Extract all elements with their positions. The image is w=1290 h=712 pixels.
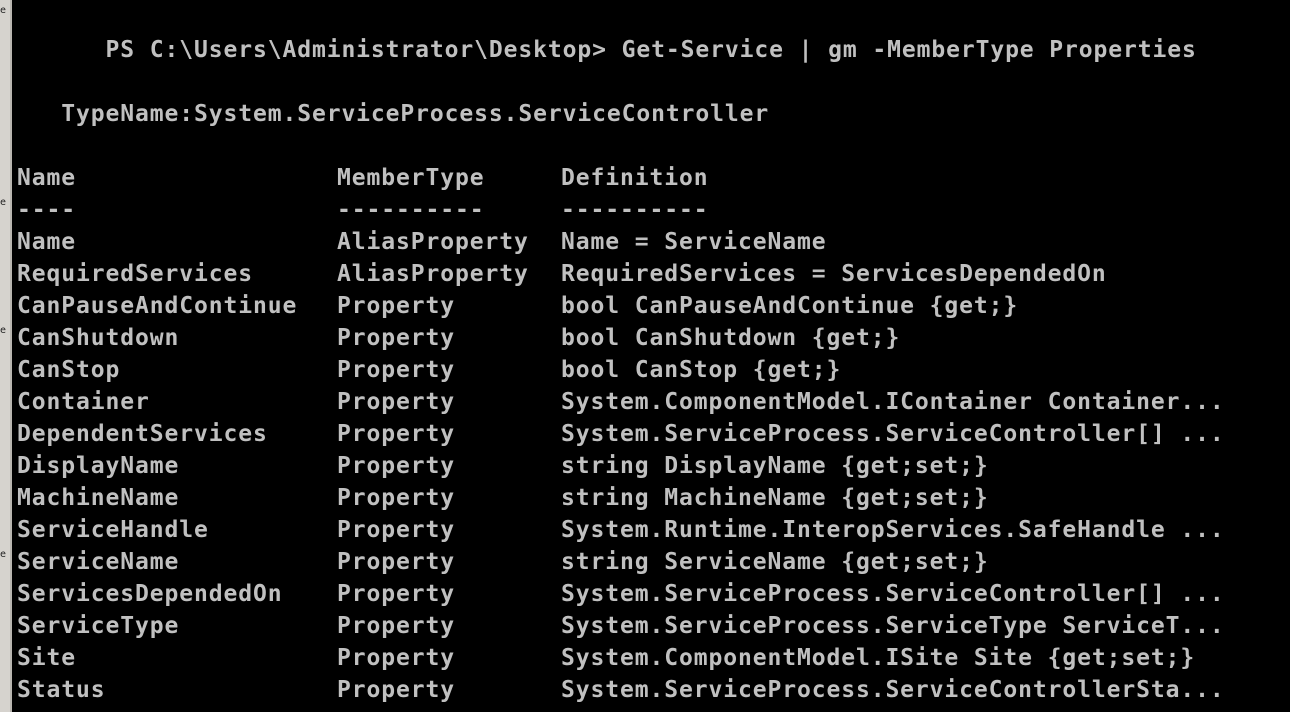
table-row: Container Property System.ComponentModel… bbox=[17, 386, 1224, 418]
table-header-underline-row: ---- ---------- ---------- bbox=[17, 194, 708, 226]
command-line: PS C:\Users\Administrator\Desktop> Get-S… bbox=[17, 2, 1197, 63]
row-definition: System.ServiceProcess.ServiceController[… bbox=[561, 581, 1225, 607]
table-row: CanShutdown Property bool CanShutdown {g… bbox=[17, 322, 899, 354]
row-definition: System.ServiceProcess.ServiceController[… bbox=[561, 421, 1225, 447]
row-definition: System.Runtime.InteropServices.SafeHandl… bbox=[561, 517, 1225, 543]
row-definition: System.ComponentModel.IContainer Contain… bbox=[561, 389, 1225, 415]
row-member-type: Property bbox=[337, 293, 455, 319]
table-header-row: Name MemberType Definition bbox=[17, 162, 708, 194]
table-row: RequiredServices AliasProperty RequiredS… bbox=[17, 258, 1106, 290]
header-definition: Definition bbox=[561, 165, 709, 191]
row-name: Status bbox=[17, 677, 106, 703]
command-text: Get-Service | gm -MemberType Properties bbox=[606, 37, 1197, 63]
edge-glyph: e bbox=[0, 326, 7, 336]
underline-name: ---- bbox=[17, 197, 76, 223]
underline-definition: ---------- bbox=[561, 197, 709, 223]
screenshot-frame: e e e e PS C:\Users\Administrator\Deskto… bbox=[0, 0, 1290, 712]
edge-glyph: e bbox=[0, 198, 7, 208]
row-name: CanPauseAndContinue bbox=[17, 293, 298, 319]
row-member-type: Property bbox=[337, 581, 455, 607]
row-definition: string ServiceName {get;set;} bbox=[561, 549, 989, 575]
table-row: Site Property System.ComponentModel.ISit… bbox=[17, 642, 1194, 674]
table-row: CanPauseAndContinue Property bool CanPau… bbox=[17, 290, 1017, 322]
header-member-type: MemberType bbox=[337, 165, 485, 191]
underline-member-type: ---------- bbox=[337, 197, 485, 223]
row-member-type: Property bbox=[337, 517, 455, 543]
row-member-type: AliasProperty bbox=[337, 261, 529, 287]
table-row: Status Property System.ServiceProcess.Se… bbox=[17, 674, 1224, 706]
row-member-type: AliasProperty bbox=[337, 229, 529, 255]
table-row: ServiceName Property string ServiceName … bbox=[17, 546, 988, 578]
window-edge-strip: e e e e bbox=[0, 0, 12, 712]
row-definition: bool CanShutdown {get;} bbox=[561, 325, 901, 351]
table-row: DependentServices Property System.Servic… bbox=[17, 418, 1224, 450]
table-row: DisplayName Property string DisplayName … bbox=[17, 450, 988, 482]
prompt-path: PS C:\Users\Administrator\Desktop> bbox=[105, 37, 607, 63]
table-row: CanStop Property bool CanStop {get;} bbox=[17, 354, 840, 386]
row-definition: System.ComponentModel.ISite Site {get;se… bbox=[561, 645, 1196, 671]
row-name: ServicesDependedOn bbox=[17, 581, 283, 607]
row-member-type: Property bbox=[337, 677, 455, 703]
row-member-type: Property bbox=[337, 421, 455, 447]
header-name: Name bbox=[17, 165, 76, 191]
row-member-type: Property bbox=[337, 357, 455, 383]
row-definition: string MachineName {get;set;} bbox=[561, 485, 989, 511]
row-definition: string DisplayName {get;set;} bbox=[561, 453, 989, 479]
row-member-type: Property bbox=[337, 485, 455, 511]
table-row: ServiceType Property System.ServiceProce… bbox=[17, 610, 1224, 642]
row-name: CanStop bbox=[17, 357, 121, 383]
row-name: ServiceType bbox=[17, 613, 180, 639]
row-name: ServiceHandle bbox=[17, 517, 209, 543]
row-definition: System.ServiceProcess.ServiceControllerS… bbox=[561, 677, 1225, 703]
edge-glyph: e bbox=[0, 550, 7, 560]
row-name: Container bbox=[17, 389, 150, 415]
edge-glyph: e bbox=[0, 6, 7, 16]
row-definition: bool CanPauseAndContinue {get;} bbox=[561, 293, 1019, 319]
row-definition: System.ServiceProcess.ServiceType Servic… bbox=[561, 613, 1225, 639]
row-name: RequiredServices bbox=[17, 261, 253, 287]
row-name: ServiceName bbox=[17, 549, 180, 575]
row-member-type: Property bbox=[337, 325, 455, 351]
powershell-console[interactable]: PS C:\Users\Administrator\Desktop> Get-S… bbox=[17, 0, 1290, 712]
row-member-type: Property bbox=[337, 549, 455, 575]
row-member-type: Property bbox=[337, 645, 455, 671]
row-member-type: Property bbox=[337, 453, 455, 479]
table-row: Name AliasProperty Name = ServiceName bbox=[17, 226, 826, 258]
row-member-type: Property bbox=[337, 389, 455, 415]
table-row: ServicesDependedOn Property System.Servi… bbox=[17, 578, 1224, 610]
row-definition: RequiredServices = ServicesDependedOn bbox=[561, 261, 1107, 287]
row-name: CanShutdown bbox=[17, 325, 180, 351]
row-name: MachineName bbox=[17, 485, 180, 511]
row-definition: Name = ServiceName bbox=[561, 229, 827, 255]
table-row: MachineName Property string MachineName … bbox=[17, 482, 988, 514]
row-name: DisplayName bbox=[17, 453, 180, 479]
row-name: DependentServices bbox=[17, 421, 268, 447]
row-name: Name bbox=[17, 229, 76, 255]
type-name-line: TypeName:System.ServiceProcess.ServiceCo… bbox=[17, 101, 770, 127]
row-member-type: Property bbox=[337, 613, 455, 639]
table-row: ServiceHandle Property System.Runtime.In… bbox=[17, 514, 1224, 546]
row-name: Site bbox=[17, 645, 76, 671]
row-definition: bool CanStop {get;} bbox=[561, 357, 842, 383]
